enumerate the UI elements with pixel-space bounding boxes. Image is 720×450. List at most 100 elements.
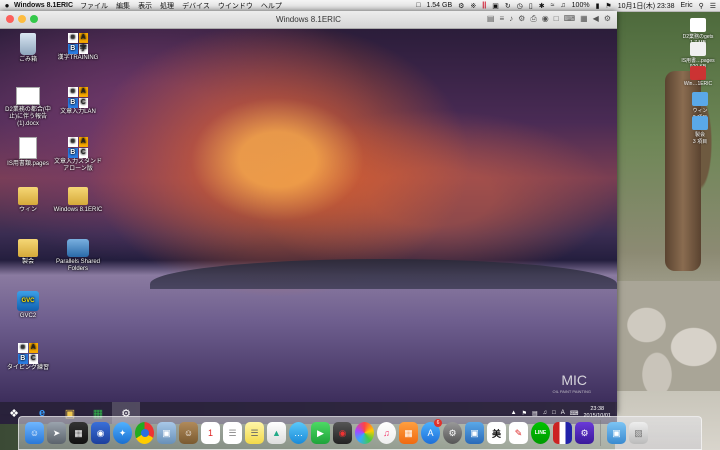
- menu-file[interactable]: ファイル: [80, 1, 108, 11]
- printer-icon[interactable]: ⎙: [530, 14, 536, 24]
- desktop-icon-kanji-training[interactable]: ■ A B字 漢字TRAINING: [52, 33, 104, 62]
- airplay-icon[interactable]: ▯: [529, 2, 533, 10]
- icon-label: ウィン: [18, 207, 37, 213]
- network-icon[interactable]: ≡: [499, 14, 504, 24]
- photo-booth-icon: ◉: [338, 427, 347, 438]
- icon-label: D2業務の都合(中止)に伴う報告(1).docx: [5, 107, 51, 127]
- mac-icon-label: 製会: [694, 132, 705, 138]
- dock-kanji-app[interactable]: 美: [487, 422, 506, 444]
- dock-facetime[interactable]: ▶: [311, 422, 330, 444]
- dock-parallels-tools[interactable]: ⚙: [575, 422, 594, 444]
- user-name[interactable]: Eric: [681, 2, 693, 9]
- shared-folder-icon[interactable]: □: [554, 14, 559, 24]
- hdd-icon[interactable]: ▤: [487, 14, 495, 24]
- dock-mission-control[interactable]: ▦: [69, 422, 88, 444]
- speech-bubble-icon: …: [294, 428, 303, 438]
- desktop-icon-d2-doc[interactable]: D2業務の都合(中止)に伴う報告(1).docx: [2, 87, 54, 128]
- video-camera-icon: ▶: [317, 427, 324, 438]
- dock-trash[interactable]: ▧: [629, 422, 648, 444]
- sync-icon[interactable]: ↻: [505, 2, 511, 10]
- maps-icon: ▲: [272, 428, 281, 438]
- dashboard-icon: ◉: [96, 427, 105, 438]
- memory-icon[interactable]: □: [416, 2, 420, 9]
- dock-contacts[interactable]: ☺: [179, 422, 198, 444]
- dock-app-store[interactable]: A6: [421, 419, 442, 444]
- document-icon: [19, 137, 37, 159]
- app-menu[interactable]: Windows 8.1ERIC: [14, 2, 73, 9]
- dock-flag-app[interactable]: [553, 422, 572, 444]
- dock-parallels-window[interactable]: ▣: [465, 422, 484, 444]
- dock-safari[interactable]: ✦: [113, 422, 132, 444]
- bluetooth-menu-icon[interactable]: ✱: [539, 2, 545, 10]
- gvc-icon: GVC: [17, 291, 39, 311]
- camera-icon[interactable]: ◉: [542, 14, 549, 24]
- notification-center-icon[interactable]: ☰: [710, 2, 716, 10]
- vm-title-bar[interactable]: Windows 8.1ERIC ▤ ≡ ♪ ⚙ ⎙ ◉ □ ⌨ ▦ ◀ ⚙: [0, 11, 617, 29]
- dock-reminders[interactable]: ☰: [223, 422, 242, 444]
- spotlight-icon[interactable]: ⚲: [699, 2, 704, 10]
- dock-line[interactable]: LINE: [531, 422, 550, 444]
- lock-icon[interactable]: ▦: [580, 14, 588, 24]
- network-folder-icon: [67, 239, 89, 257]
- dock-messages[interactable]: …: [289, 422, 308, 444]
- bluetooth-icon[interactable]: ※: [470, 2, 476, 10]
- parallels-vm-icon: [690, 66, 706, 80]
- desktop-icon-typing[interactable]: ■ A BC タイピング練習: [2, 343, 54, 372]
- dock-photos[interactable]: [355, 422, 374, 444]
- desktop-icon-recycle-bin[interactable]: ごみ箱: [2, 33, 54, 64]
- flag-icon[interactable]: ⚑: [605, 2, 611, 10]
- menu-view[interactable]: 表示: [138, 1, 152, 11]
- icon-label: 文章入力LAN: [60, 109, 96, 115]
- wifi-icon[interactable]: ≈: [551, 2, 555, 9]
- memory-usage: 1.54 GB: [426, 2, 453, 9]
- keyboard-icon[interactable]: ⌨: [564, 14, 576, 24]
- dock-separator: [600, 420, 601, 446]
- desktop-icon-windows-eric[interactable]: Windows 8.1ERIC: [52, 187, 104, 214]
- desktop-icon-bunsho-lan[interactable]: ■ A BC 文章入力LAN: [52, 87, 104, 116]
- menu-actions[interactable]: 処理: [160, 1, 174, 11]
- gear-icon[interactable]: ⚙: [458, 2, 464, 10]
- sound-icon[interactable]: ♪: [509, 14, 513, 24]
- volume-icon[interactable]: ♫: [560, 2, 565, 9]
- dock-finder[interactable]: ☺: [25, 422, 44, 444]
- menu-edit[interactable]: 編集: [116, 1, 130, 11]
- desktop-icon-parallels-shared[interactable]: Parallels Shared Folders: [52, 239, 104, 273]
- time-machine-icon[interactable]: ◷: [517, 2, 523, 10]
- menu-window[interactable]: ウインドウ: [218, 1, 253, 11]
- dock-chrome[interactable]: [135, 422, 154, 444]
- dock-downloads[interactable]: ▣: [607, 422, 626, 444]
- desktop-icon-bunsho-standalone[interactable]: ■ A BC 文章入力スタンドアローン版: [52, 137, 104, 173]
- book-icon: ▦: [404, 427, 413, 438]
- dock-calendar[interactable]: 1: [201, 422, 220, 444]
- dock-system-preferences[interactable]: ⚙: [443, 422, 462, 444]
- folder-icon: [692, 116, 708, 130]
- dock-textedit[interactable]: ✎: [509, 422, 528, 444]
- usb-icon[interactable]: ⚙: [518, 14, 525, 24]
- apple-menu-icon[interactable]: ●: [0, 1, 14, 10]
- dock-photo-booth[interactable]: ◉: [333, 422, 352, 444]
- dock-notes[interactable]: ☰: [245, 422, 264, 444]
- arrow-left-icon[interactable]: ◀: [593, 14, 599, 24]
- compass-icon: ✦: [118, 427, 127, 438]
- display-icon[interactable]: ▣: [492, 2, 499, 10]
- desktop-icon-seikai[interactable]: 製会: [2, 239, 54, 266]
- desktop-icon-win-folder[interactable]: ウィン: [2, 187, 54, 214]
- mac-desktop-icon-win[interactable]: Win…1ERIC: [678, 66, 718, 87]
- menu-help[interactable]: ヘルプ: [261, 1, 282, 11]
- dock-maps[interactable]: ▲: [267, 422, 286, 444]
- parallels-icon[interactable]: ||: [482, 2, 486, 9]
- desktop-icon-gvc2[interactable]: GVC GVC2: [2, 291, 54, 320]
- mac-desktop-icon-seikai[interactable]: 製会 3 項目: [680, 116, 720, 145]
- battery-icon[interactable]: ▮: [596, 2, 600, 10]
- menubar-clock[interactable]: 10月1日(木) 23:38: [618, 1, 675, 11]
- settings-icon[interactable]: ⚙: [604, 14, 611, 24]
- windows-desktop[interactable]: ごみ箱 D2業務の都合(中止)に伴う報告(1).docx IS用書類.pages…: [0, 29, 617, 402]
- dock-preview[interactable]: ▣: [157, 422, 176, 444]
- desktop-icon-is-pages[interactable]: IS用書類.pages: [2, 137, 54, 168]
- dock-itunes[interactable]: ♫: [377, 422, 396, 444]
- calendar-icon: 1: [207, 428, 213, 438]
- dock-ibooks[interactable]: ▦: [399, 422, 418, 444]
- menu-devices[interactable]: デバイス: [182, 1, 210, 11]
- dock-launchpad[interactable]: ➤: [47, 422, 66, 444]
- dock-dashboard[interactable]: ◉: [91, 422, 110, 444]
